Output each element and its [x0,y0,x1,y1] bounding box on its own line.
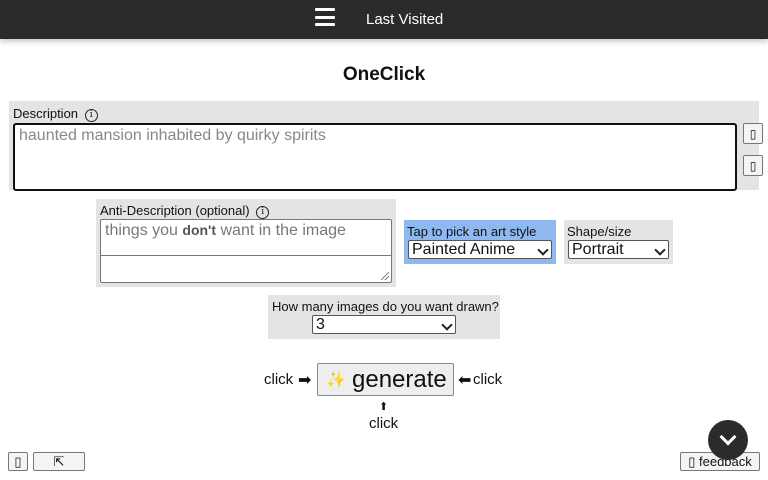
footer-left-button[interactable]: ▯ [8,452,28,471]
description-side-button-2[interactable]: ▯ [743,155,763,176]
scroll-down-button[interactable] [708,420,748,460]
chevron-down-icon [719,428,737,446]
chevron-down-icon [537,244,549,256]
description-panel: Description i ▯ ▯ [9,101,763,191]
corner-arrow-button[interactable]: ⇱ [33,452,85,471]
arrow-right-icon: ➡ [298,372,312,389]
description-side-button-1[interactable]: ▯ [743,123,763,144]
anti-description-placeholder: things you don't want in the image [105,222,346,239]
image-count-label: How many images do you want drawn? [272,299,499,314]
anti-description-divider [101,255,391,256]
shape-size-label: Shape/size [567,224,632,239]
resize-grip-icon[interactable] [381,272,389,280]
shape-size-panel: Shape/size Portrait [564,220,673,264]
generate-button[interactable]: ✨ generate [317,363,454,396]
generate-label: generate [352,366,447,393]
anti-description-label: Anti-Description (optional) i [100,203,270,219]
art-style-panel: Tap to pick an art style Painted Anime [404,220,556,264]
anti-description-panel: Anti-Description (optional) i things you… [96,199,396,287]
anti-description-input[interactable]: things you don't want in the image [100,219,392,283]
art-style-select[interactable]: Painted Anime [408,240,552,259]
arrow-up-icon: ⬆ [379,401,389,413]
chevron-down-icon [654,244,666,256]
arrow-left-icon: ⬅ [458,372,472,389]
click-hint-right: click [473,371,503,388]
info-icon[interactable]: i [256,206,270,219]
top-nav-bar: Last Visited [0,0,768,39]
sparkle-icon: ✨ [326,372,346,389]
chevron-down-icon [441,319,453,331]
description-label: Description i [13,106,98,122]
art-style-label: Tap to pick an art style [407,224,537,239]
image-count-panel: How many images do you want drawn? 3 [268,295,500,339]
shape-size-select[interactable]: Portrait [568,240,669,259]
page-title: OneClick [342,64,426,85]
click-hint-below: click [369,415,399,432]
hamburger-menu-icon[interactable] [315,8,335,26]
image-count-select[interactable]: 3 [312,315,456,334]
arrow-up-left-icon: ⇱ [53,454,65,469]
last-visited-link[interactable]: Last Visited [366,11,443,28]
click-hint-left: click [264,371,294,388]
description-input[interactable] [13,123,737,191]
generate-row: click ➡ ✨ generate ⬅ click [0,362,768,398]
info-icon[interactable]: i [84,109,98,122]
